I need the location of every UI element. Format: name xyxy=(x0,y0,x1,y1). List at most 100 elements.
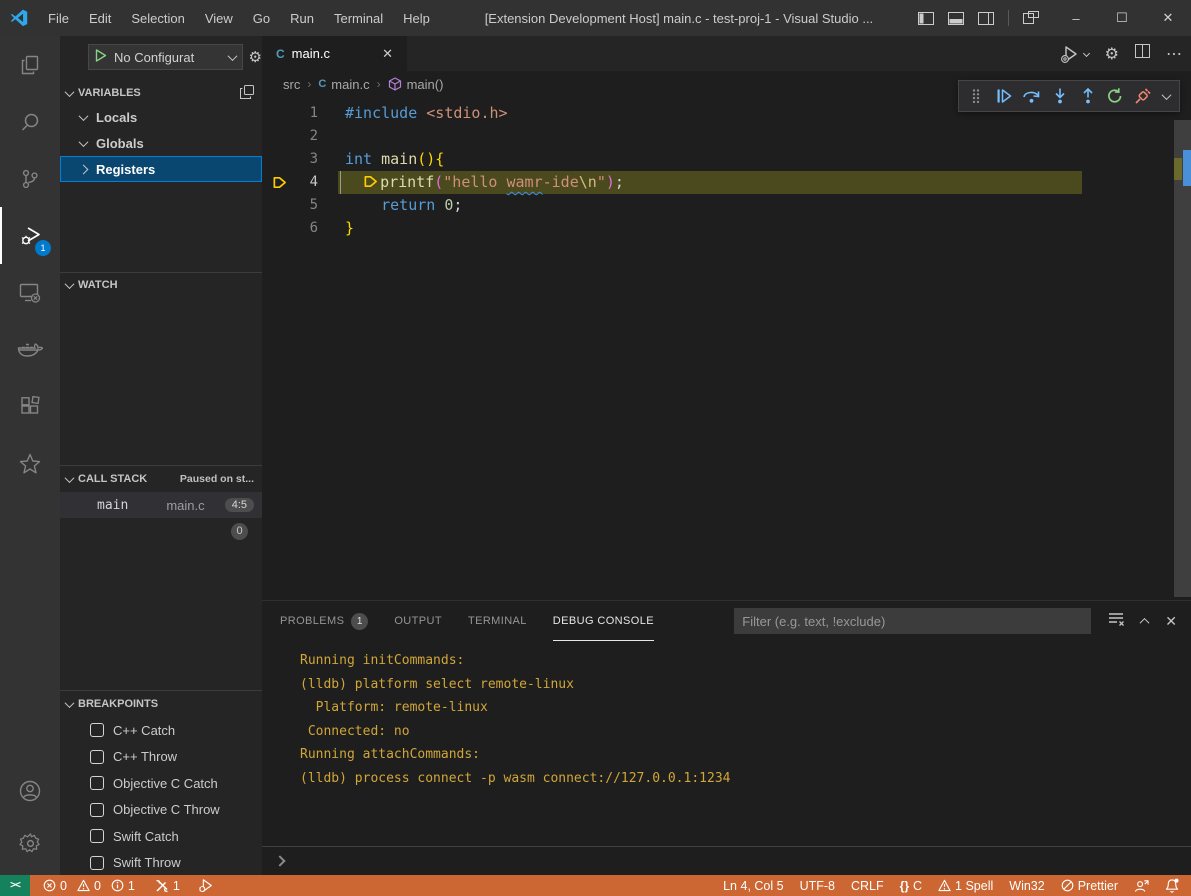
platform-target[interactable]: Win32 xyxy=(1009,879,1044,893)
activity-extensions-icon[interactable] xyxy=(0,378,60,435)
activity-remote-explorer-icon[interactable] xyxy=(0,264,60,321)
continue-icon[interactable] xyxy=(993,84,1015,108)
breakpoint-gutter[interactable] xyxy=(262,194,296,217)
minimize-button[interactable]: – xyxy=(1053,0,1099,36)
customize-layout-icon[interactable] xyxy=(1023,11,1039,25)
variables-row-globals[interactable]: Globals xyxy=(60,130,262,156)
debug-console-input[interactable] xyxy=(262,846,1191,875)
accounts-icon[interactable] xyxy=(0,765,60,817)
menu-help[interactable]: Help xyxy=(393,11,440,26)
toggle-panel-icon[interactable] xyxy=(948,12,964,25)
eol-sequence[interactable]: CRLF xyxy=(851,879,884,893)
restart-icon[interactable] xyxy=(1104,84,1126,108)
breadcrumb-symbol[interactable]: main() xyxy=(407,77,444,92)
editor-scrollbar[interactable] xyxy=(1174,120,1191,597)
cursor-position[interactable]: Ln 4, Col 5 xyxy=(723,879,783,893)
step-into-icon[interactable] xyxy=(1049,84,1071,108)
menu-selection[interactable]: Selection xyxy=(121,11,194,26)
breakpoint-row[interactable]: Objective C Throw xyxy=(60,797,262,824)
menu-run[interactable]: Run xyxy=(280,11,324,26)
split-editor-icon[interactable] xyxy=(1135,44,1150,63)
variables-section-header[interactable]: VARIABLES xyxy=(60,82,262,104)
activity-search-icon[interactable] xyxy=(0,93,60,150)
stack-frame-row[interactable]: main main.c 4:5 xyxy=(60,492,262,518)
breakpoint-checkbox[interactable] xyxy=(90,803,104,817)
console-filter-input[interactable] xyxy=(734,608,1091,634)
variables-row-locals[interactable]: Locals xyxy=(60,104,262,130)
activity-star-icon[interactable] xyxy=(0,435,60,492)
activity-docker-icon[interactable] xyxy=(0,321,60,378)
line-number[interactable]: 4 xyxy=(296,171,318,194)
more-actions-icon[interactable]: ⋯ xyxy=(1166,44,1183,64)
toggle-secondary-sidebar-icon[interactable] xyxy=(978,12,994,25)
step-out-icon[interactable] xyxy=(1077,84,1099,108)
tab-close-icon[interactable]: ✕ xyxy=(378,46,397,62)
settings-gear-icon[interactable] xyxy=(0,817,60,869)
session-row[interactable]: 0 xyxy=(60,518,262,544)
tab-problems[interactable]: PROBLEMS 1 xyxy=(280,601,368,641)
menu-go[interactable]: Go xyxy=(243,11,280,26)
menu-file[interactable]: File xyxy=(38,11,79,26)
run-dropdown-chevron-icon[interactable] xyxy=(1083,50,1090,57)
formatter-status[interactable]: Prettier xyxy=(1061,879,1118,893)
disconnect-icon[interactable] xyxy=(1132,84,1154,108)
toolbar-drag-handle[interactable] xyxy=(965,84,987,108)
problems-status[interactable]: 0 0 1 xyxy=(43,879,135,893)
current-line-arrow-icon[interactable] xyxy=(262,171,296,194)
tab-terminal[interactable]: TERMINAL xyxy=(468,601,527,641)
breakpoint-gutter[interactable] xyxy=(262,102,296,125)
breakpoint-gutter[interactable] xyxy=(262,148,296,171)
editor-gear-icon[interactable]: ⚙ xyxy=(1105,44,1119,63)
breakpoint-checkbox[interactable] xyxy=(90,723,104,737)
breakpoint-gutter[interactable] xyxy=(262,217,296,240)
line-number[interactable]: 2 xyxy=(296,125,318,148)
line-number[interactable]: 3 xyxy=(296,148,318,171)
open-launch-json-gear-icon[interactable]: ⚙ xyxy=(249,48,262,66)
activity-source-control-icon[interactable] xyxy=(0,150,60,207)
breadcrumb-src[interactable]: src xyxy=(283,77,300,92)
line-number[interactable]: 5 xyxy=(296,194,318,217)
debug-configuration-dropdown[interactable]: No Configurat xyxy=(88,44,243,70)
breakpoint-checkbox[interactable] xyxy=(90,829,104,843)
debug-run-file-icon[interactable] xyxy=(1060,44,1080,64)
activity-explorer-icon[interactable] xyxy=(0,36,60,93)
menu-terminal[interactable]: Terminal xyxy=(324,11,393,26)
breakpoint-checkbox[interactable] xyxy=(90,750,104,764)
notifications-bell-icon[interactable] xyxy=(1165,878,1179,893)
menu-view[interactable]: View xyxy=(195,11,243,26)
step-over-icon[interactable] xyxy=(1021,84,1043,108)
maximize-button[interactable]: ☐ xyxy=(1099,0,1145,36)
tab-output[interactable]: OUTPUT xyxy=(394,601,442,641)
breakpoint-checkbox[interactable] xyxy=(90,776,104,790)
encoding[interactable]: UTF-8 xyxy=(800,879,835,893)
breakpoint-row[interactable]: Swift Catch xyxy=(60,823,262,850)
menu-edit[interactable]: Edit xyxy=(79,11,121,26)
spell-checker-status[interactable]: 1 Spell xyxy=(938,879,993,893)
start-debug-icon[interactable] xyxy=(95,49,107,65)
breakpoint-gutter[interactable] xyxy=(262,125,296,148)
call-stack-section-header[interactable]: CALL STACK Paused on st... xyxy=(60,466,262,492)
breakpoint-checkbox[interactable] xyxy=(90,856,104,870)
breakpoint-row[interactable]: Objective C Catch xyxy=(60,770,262,797)
remote-indicator[interactable]: >< xyxy=(0,875,30,896)
line-number[interactable]: 1 xyxy=(296,102,318,125)
activity-run-and-debug-icon[interactable]: 1 xyxy=(0,207,60,264)
maximize-panel-icon[interactable] xyxy=(1140,617,1150,627)
tab-main-c[interactable]: C main.c ✕ xyxy=(262,36,407,71)
clear-console-icon[interactable] xyxy=(1108,612,1124,631)
close-button[interactable]: ✕ xyxy=(1145,0,1191,36)
copy-icon[interactable] xyxy=(240,85,254,102)
variables-row-registers[interactable]: Registers xyxy=(60,156,262,182)
toggle-sidebar-icon[interactable] xyxy=(918,12,934,25)
breakpoints-section-header[interactable]: BREAKPOINTS xyxy=(60,691,262,717)
feedback-icon[interactable] xyxy=(1134,879,1149,893)
line-number[interactable]: 6 xyxy=(296,217,318,240)
watch-section-header[interactable]: WATCH xyxy=(60,273,262,297)
toolbar-chevron-down-icon[interactable] xyxy=(1160,84,1173,108)
code-editor[interactable]: 1#include <stdio.h>23int main(){4 printf… xyxy=(262,97,1191,600)
breakpoint-row[interactable]: C++ Catch xyxy=(60,717,262,744)
breadcrumb-file[interactable]: main.c xyxy=(331,77,369,92)
debug-status-icon[interactable] xyxy=(198,878,214,893)
language-mode[interactable]: {} C xyxy=(900,879,922,893)
breakpoint-row[interactable]: C++ Throw xyxy=(60,744,262,771)
